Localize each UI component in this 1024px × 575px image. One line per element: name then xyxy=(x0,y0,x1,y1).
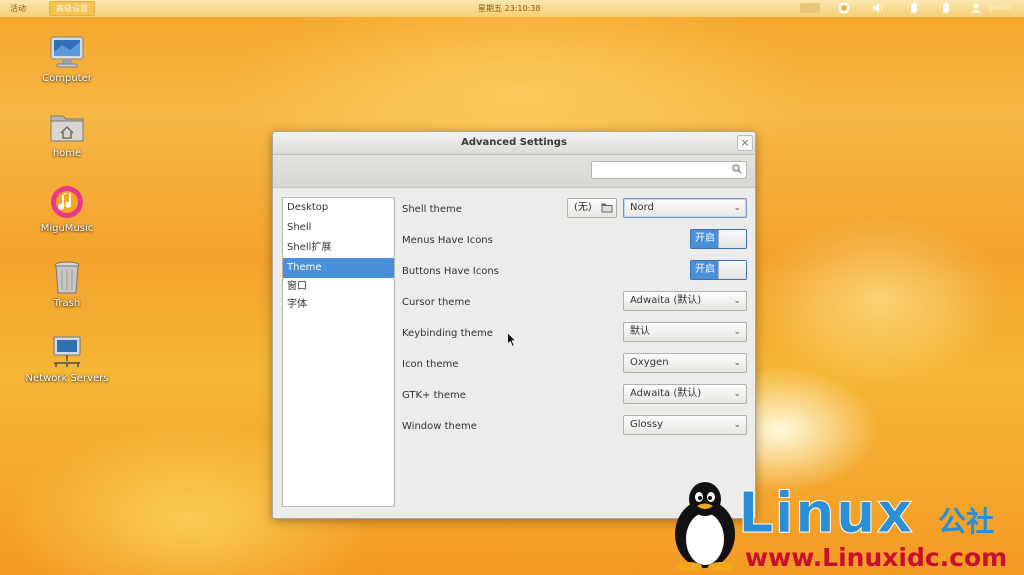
shell-theme-dropdown[interactable]: Nord ⌄ xyxy=(623,198,747,218)
tux-penguin-logo xyxy=(665,479,745,572)
chevron-down-icon: ⌄ xyxy=(733,389,741,399)
setting-buttons-have-icons: Buttons Have Icons 开启 xyxy=(402,260,747,284)
setting-cursor-theme: Cursor theme Adwaita (默认) ⌄ xyxy=(402,291,747,315)
desktop-icon-label: Trash xyxy=(53,298,81,309)
user-icon[interactable] xyxy=(970,2,982,14)
setting-label: Buttons Have Icons xyxy=(402,266,499,277)
window-titlebar[interactable]: Advanced Settings × xyxy=(273,132,755,155)
dropdown-value: 默认 xyxy=(630,326,650,337)
chevron-down-icon: ⌄ xyxy=(733,296,741,306)
battery-icon[interactable] xyxy=(940,2,952,14)
setting-icon-theme: Icon theme Oxygen ⌄ xyxy=(402,353,747,377)
setting-window-theme: Window theme Glossy ⌄ xyxy=(402,415,747,439)
trash-icon xyxy=(48,258,86,296)
folder-icon xyxy=(601,202,613,213)
accessibility-icon[interactable] xyxy=(838,2,850,14)
volume-icon[interactable] xyxy=(872,2,884,14)
dropdown-value: Adwaita (默认) xyxy=(630,388,702,399)
toggle-knob[interactable] xyxy=(718,261,746,279)
dropdown-value: Oxygen xyxy=(630,357,669,368)
setting-label: GTK+ theme xyxy=(402,390,466,401)
category-shell-extensions[interactable]: Shell扩展 xyxy=(283,238,394,258)
category-fonts[interactable]: 字体 xyxy=(283,296,394,314)
home-folder-icon xyxy=(48,108,86,146)
category-windows[interactable]: 窗口 xyxy=(283,278,394,296)
toggle-knob[interactable] xyxy=(718,230,746,248)
menus-icons-toggle[interactable]: 开启 xyxy=(690,229,747,249)
computer-icon xyxy=(48,33,86,71)
keybinding-theme-dropdown[interactable]: 默认 ⌄ xyxy=(623,322,747,342)
chevron-down-icon: ⌄ xyxy=(733,327,741,337)
category-theme[interactable]: Theme xyxy=(283,258,394,278)
setting-label: Shell theme xyxy=(402,204,462,215)
gtk-theme-dropdown[interactable]: Adwaita (默认) ⌄ xyxy=(623,384,747,404)
music-app-icon xyxy=(48,183,86,221)
cursor-theme-dropdown[interactable]: Adwaita (默认) ⌄ xyxy=(623,291,747,311)
watermark-url: www.Linuxidc.com xyxy=(745,543,1008,572)
shell-theme-none-button[interactable]: (无) xyxy=(567,198,617,218)
desktop-icon-migumusic[interactable]: MiguMusic xyxy=(22,183,112,234)
top-panel: 活动 高级设置 星期五 23:10:38 gavin xyxy=(0,0,1024,17)
clock[interactable]: 星期五 23:10:38 xyxy=(478,3,540,14)
buttons-icons-toggle[interactable]: 开启 xyxy=(690,260,747,280)
window-theme-dropdown[interactable]: Glossy ⌄ xyxy=(623,415,747,435)
search-toolbar xyxy=(273,155,755,188)
user-menu[interactable]: gavin xyxy=(988,3,1010,12)
watermark-brand-cn: 公社 xyxy=(938,505,995,538)
chevron-down-icon: ⌄ xyxy=(733,420,741,430)
setting-gtk-theme: GTK+ theme Adwaita (默认) ⌄ xyxy=(402,384,747,408)
none-button-label: (无) xyxy=(574,202,592,213)
desktop-icon-label: MiguMusic xyxy=(40,223,94,234)
window-title: Advanced Settings xyxy=(461,137,567,148)
network-icon xyxy=(48,333,86,371)
setting-keybinding-theme: Keybinding theme 默认 ⌄ xyxy=(402,322,747,346)
dropdown-value: Adwaita (默认) xyxy=(630,295,702,306)
category-list: Desktop Shell Shell扩展 Theme 窗口 字体 xyxy=(282,197,395,507)
setting-label: Keybinding theme xyxy=(402,328,493,339)
setting-label: Cursor theme xyxy=(402,297,471,308)
watermark-brand: Linux xyxy=(738,485,914,542)
mouse-pointer-icon xyxy=(507,331,517,348)
network-status-icon[interactable] xyxy=(908,2,920,14)
icon-theme-dropdown[interactable]: Oxygen ⌄ xyxy=(623,353,747,373)
desktop-icon-label: Computer xyxy=(42,73,92,84)
desktop-icon-computer[interactable]: Computer xyxy=(22,33,112,84)
app-menu-button[interactable]: 高级设置 xyxy=(49,1,95,16)
category-shell[interactable]: Shell xyxy=(283,218,394,238)
activities-button[interactable]: 活动 xyxy=(10,3,26,14)
desktop-icon-label: Network Servers xyxy=(25,373,109,384)
search-icon xyxy=(732,164,742,174)
desktop-icon-trash[interactable]: Trash xyxy=(22,258,112,309)
setting-shell-theme: Shell theme (无) Nord ⌄ xyxy=(402,198,747,222)
setting-label: Window theme xyxy=(402,421,477,432)
category-desktop[interactable]: Desktop xyxy=(283,198,394,218)
setting-label: Menus Have Icons xyxy=(402,235,493,246)
desktop-icon-network-servers[interactable]: Network Servers xyxy=(22,333,112,384)
desktop-icon-label: home xyxy=(52,148,82,159)
desktop-icon-home[interactable]: home xyxy=(22,108,112,159)
keyboard-icon[interactable] xyxy=(800,3,820,13)
chevron-down-icon: ⌄ xyxy=(733,203,741,213)
search-input[interactable] xyxy=(591,161,747,179)
toggle-state: 开启 xyxy=(691,230,719,248)
setting-menus-have-icons: Menus Have Icons 开启 xyxy=(402,229,747,253)
dropdown-value: Glossy xyxy=(630,419,663,430)
chevron-down-icon: ⌄ xyxy=(733,358,741,368)
close-button[interactable]: × xyxy=(737,135,753,151)
dropdown-value: Nord xyxy=(630,202,654,213)
toggle-state: 开启 xyxy=(691,261,719,279)
advanced-settings-window: Advanced Settings × Desktop Shell Shell扩… xyxy=(272,131,756,519)
setting-label: Icon theme xyxy=(402,359,459,370)
watermark-linux-text: Linux xyxy=(738,481,914,546)
